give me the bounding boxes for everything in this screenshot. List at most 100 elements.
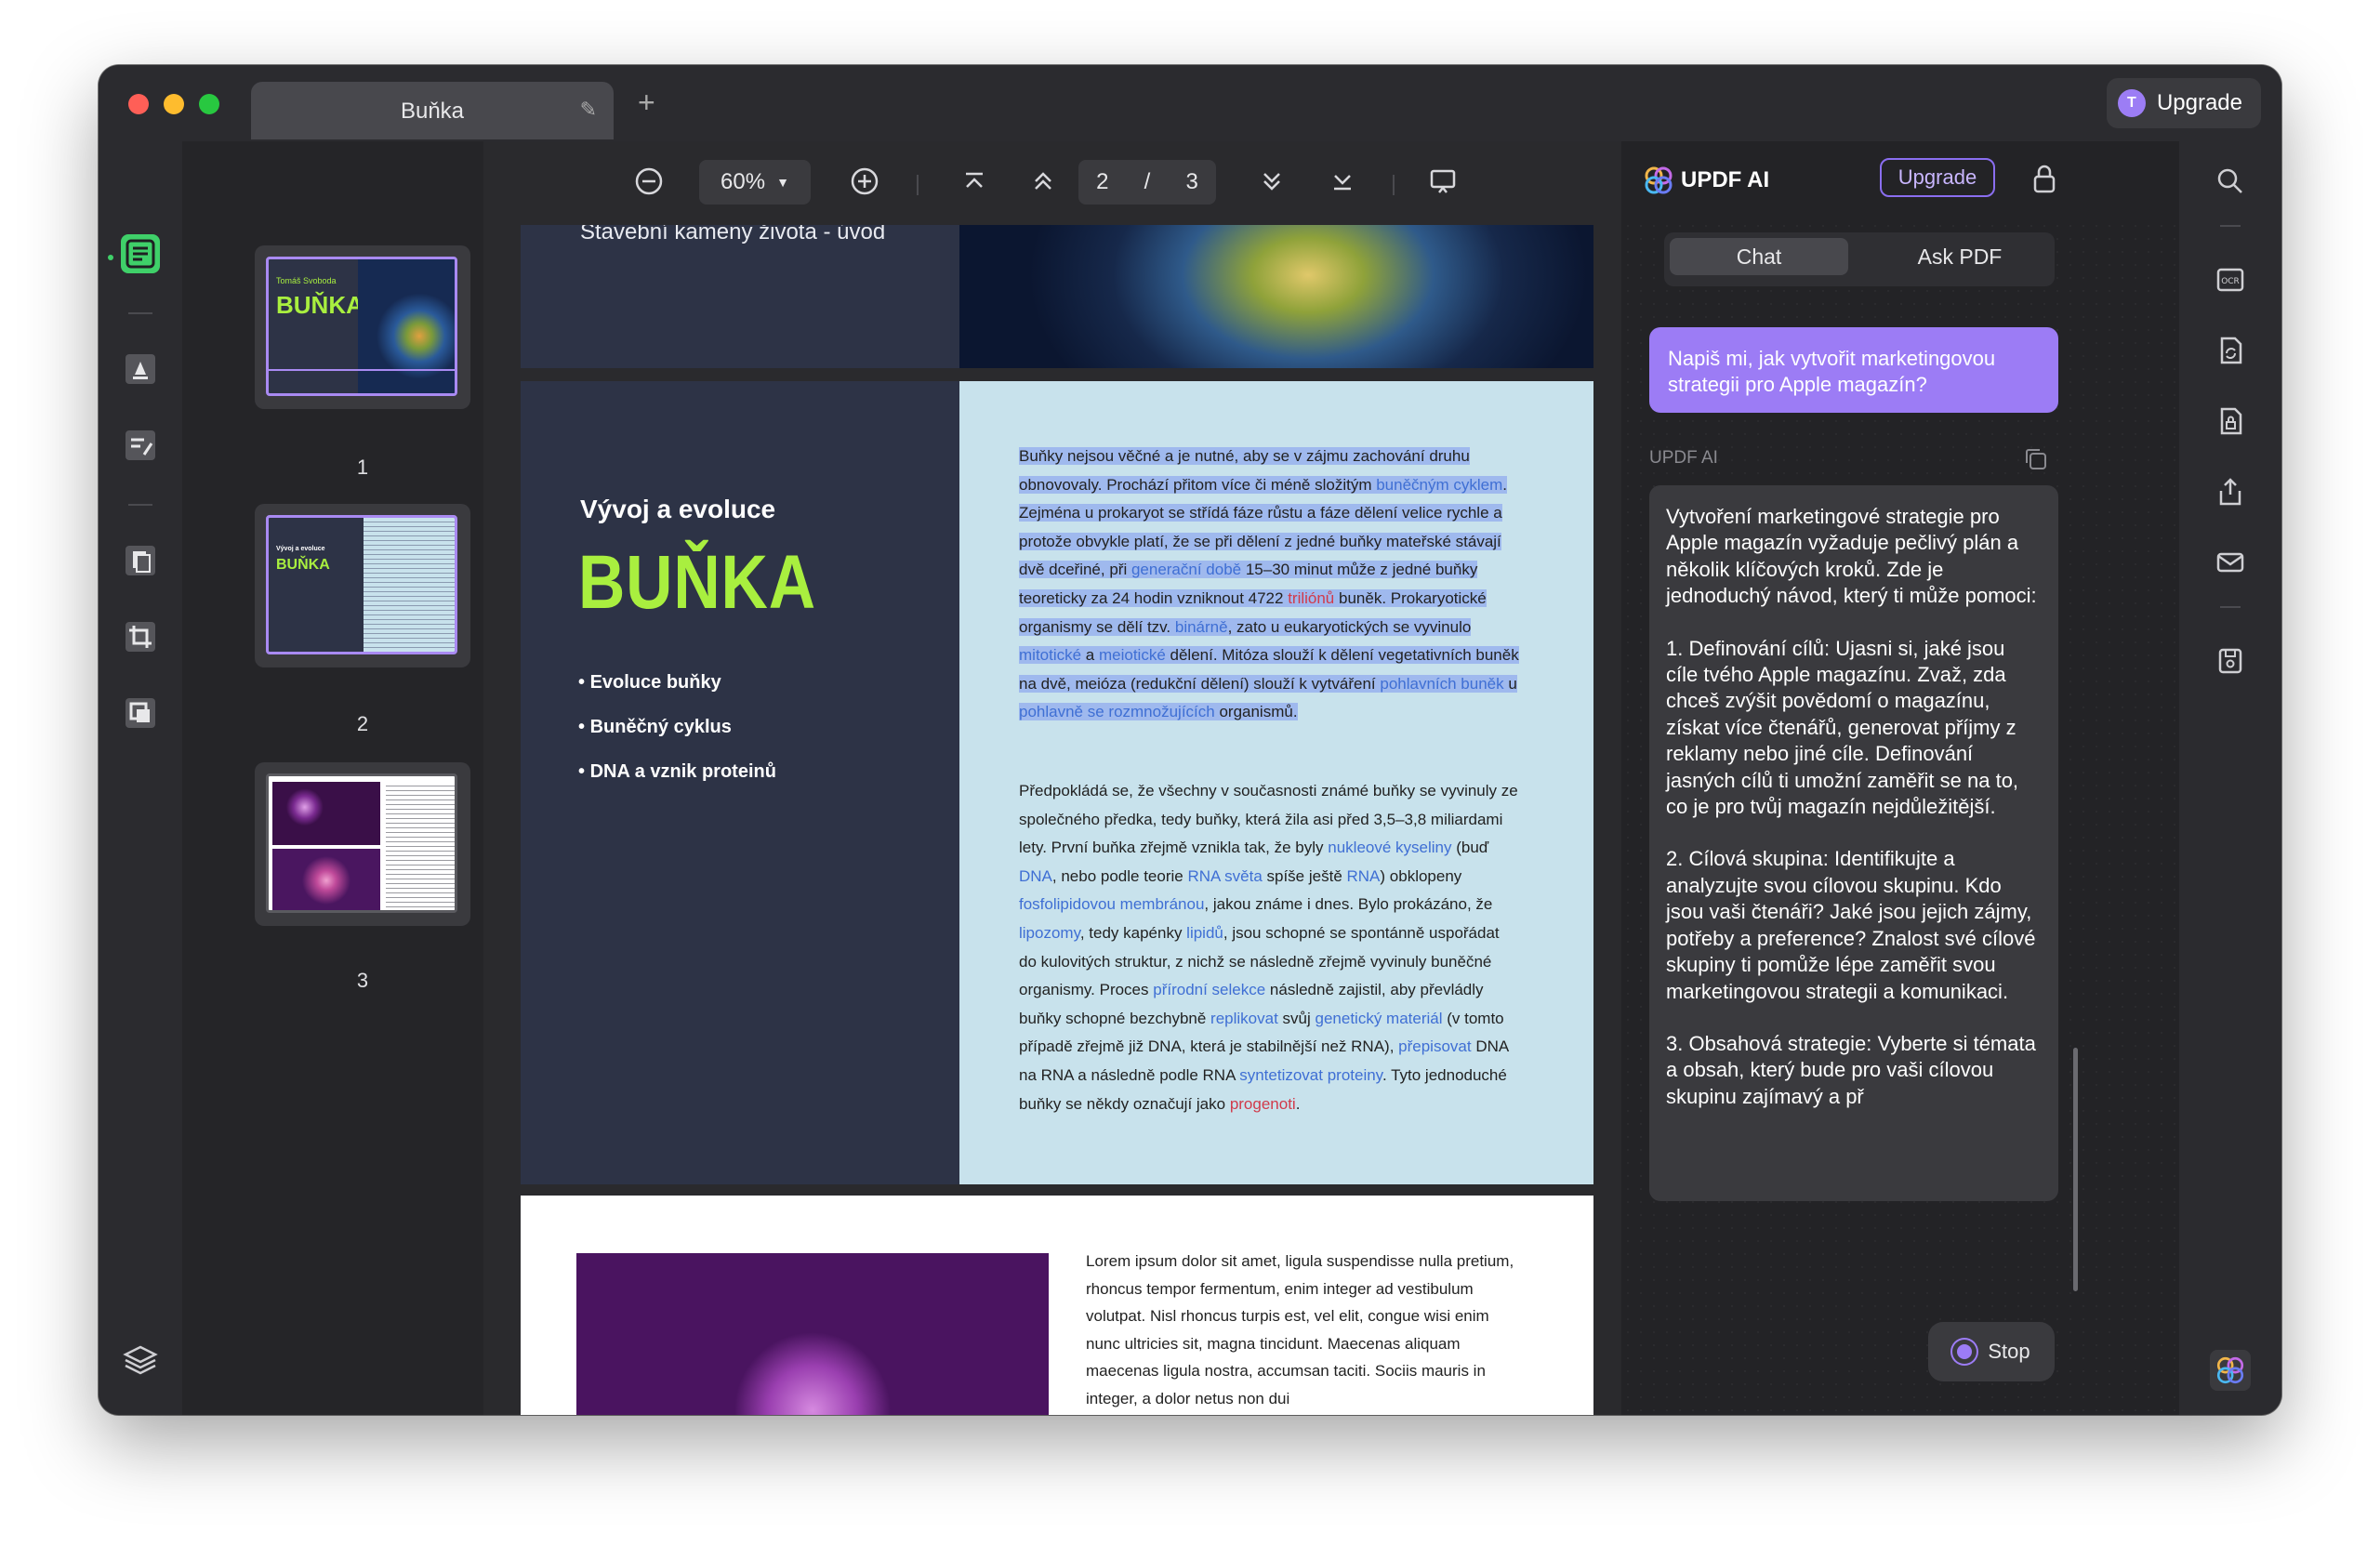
divider bbox=[917, 175, 919, 195]
text-span: ) obklopeny bbox=[1380, 866, 1462, 885]
crop-icon[interactable] bbox=[121, 617, 160, 656]
user-message: Napiš mi, jak vytvořit marketingovou str… bbox=[1649, 327, 2058, 413]
upgrade-button[interactable]: T Upgrade bbox=[2106, 78, 2261, 128]
previous-page-icon[interactable] bbox=[1026, 165, 1060, 198]
tab-chat[interactable]: Chat bbox=[1670, 238, 1848, 275]
pdf-page-2: Vývoj a evoluce BUŇKA • Evoluce buňky • … bbox=[521, 381, 1593, 1184]
zoom-out-icon[interactable] bbox=[632, 165, 666, 198]
thumbnail-page-1[interactable]: Tomáš Svoboda BUŇKA bbox=[255, 245, 470, 409]
document-tab-title: Buňka bbox=[400, 99, 465, 124]
link-text[interactable]: RNA světa bbox=[1187, 867, 1262, 885]
link-text[interactable]: lipidů bbox=[1186, 924, 1223, 942]
link-text[interactable]: binárně bbox=[1174, 617, 1228, 636]
protect-pdf-icon[interactable] bbox=[2213, 403, 2248, 439]
cell-image bbox=[959, 225, 1593, 368]
page-tools-icon[interactable] bbox=[121, 694, 160, 733]
section-heading: Vývoj a evoluce bbox=[580, 495, 776, 523]
search-icon[interactable] bbox=[2213, 164, 2248, 199]
stop-label: Stop bbox=[1988, 1340, 2030, 1363]
updf-ai-icon[interactable] bbox=[2210, 1350, 2251, 1391]
thumbnail-page-2[interactable]: Vývoj a evoluce BUŇKA bbox=[255, 504, 470, 667]
zoom-in-icon[interactable] bbox=[848, 165, 881, 198]
new-tab-button[interactable]: + bbox=[638, 86, 655, 120]
link-text[interactable]: přepisovat bbox=[1398, 1037, 1471, 1055]
link-text[interactable]: lipozomy bbox=[1019, 924, 1080, 942]
first-page-icon[interactable] bbox=[958, 165, 991, 198]
bookmark-icon[interactable] bbox=[121, 1411, 160, 1415]
link-text[interactable]: genetický materiál bbox=[1316, 1010, 1443, 1027]
ai-upgrade-button[interactable]: Upgrade bbox=[1880, 158, 1995, 197]
last-page-icon[interactable] bbox=[1326, 165, 1359, 198]
app-window: Buňka ✎ + T Upgrade Tomáš Svoboda BUŇKA … bbox=[99, 65, 2281, 1415]
email-icon[interactable] bbox=[2213, 545, 2248, 580]
share-icon[interactable] bbox=[2213, 474, 2248, 509]
text-span: , zato u eukaryotických se vyvinulo bbox=[1227, 617, 1472, 636]
pencil-icon[interactable]: ✎ bbox=[580, 98, 597, 122]
thumbnail-page-3[interactable] bbox=[255, 762, 470, 926]
text-span: , jakou známe i dnes. Bylo prokázáno, že bbox=[1204, 895, 1493, 914]
link-text[interactable]: fosfolipidovou membránou bbox=[1019, 895, 1204, 913]
next-page-icon[interactable] bbox=[1255, 165, 1289, 198]
avatar: T bbox=[2117, 89, 2146, 117]
pdf-page-3: Lorem ipsum dolor sit amet, ligula suspe… bbox=[521, 1196, 1593, 1415]
text-span: organismů. bbox=[1214, 703, 1298, 721]
slideshow-icon[interactable] bbox=[1426, 165, 1460, 198]
thumbnail-number: 2 bbox=[356, 712, 369, 735]
svg-text:OCR: OCR bbox=[2221, 277, 2240, 286]
divider bbox=[1393, 175, 1395, 195]
tab-ask-pdf[interactable]: Ask PDF bbox=[1871, 238, 2049, 275]
response-paragraph: 1. Definování cílů: Ujasni si, jaké jsou… bbox=[1666, 636, 2019, 819]
ai-response-label: UPDF AI bbox=[1649, 448, 1718, 468]
document-tab[interactable]: Buňka ✎ bbox=[251, 82, 614, 139]
ai-title: UPDF AI bbox=[1681, 167, 1770, 192]
link-text[interactable]: buněčným cyklem bbox=[1376, 475, 1503, 494]
convert-pdf-icon[interactable] bbox=[2213, 333, 2248, 368]
comment-highlighter-icon[interactable] bbox=[121, 350, 160, 389]
response-paragraph: 3. Obsahová strategie: Vyberte si témata… bbox=[1666, 1031, 2036, 1108]
lock-icon[interactable] bbox=[2030, 164, 2058, 200]
zoom-select[interactable]: 60% ▼ bbox=[699, 160, 811, 205]
active-indicator bbox=[108, 255, 113, 260]
link-text[interactable]: generační době bbox=[1130, 561, 1242, 579]
ocr-icon[interactable]: OCR bbox=[2213, 262, 2248, 297]
layers-icon[interactable] bbox=[121, 1341, 160, 1380]
pdf-page-1: Stavební kameny života - úvod bbox=[521, 225, 1593, 368]
organize-pages-icon[interactable] bbox=[121, 541, 160, 580]
link-text[interactable]: progenoti bbox=[1230, 1095, 1296, 1113]
stop-button[interactable]: Stop bbox=[1928, 1322, 2055, 1381]
link-text[interactable]: syntetizovat proteiny bbox=[1239, 1066, 1382, 1084]
link-text[interactable]: přírodní selekce bbox=[1153, 981, 1265, 998]
link-text[interactable]: meiotické bbox=[1098, 646, 1166, 665]
right-toolbar: OCR bbox=[2179, 141, 2281, 1415]
link-text[interactable]: RNA bbox=[1347, 867, 1381, 885]
page-subtitle: Stavební kameny života - úvod bbox=[580, 225, 886, 244]
copy-icon[interactable] bbox=[2023, 446, 2049, 477]
selected-paragraph[interactable]: Buňky nejsou věčné a je nutné, aby se v … bbox=[1019, 443, 1521, 727]
thumb-subtitle: Vývoj a evoluce bbox=[276, 546, 325, 552]
close-window-button[interactable] bbox=[128, 94, 149, 114]
list-item: • Buněčný cyklus bbox=[578, 717, 732, 737]
link-text[interactable]: pohlavně se rozmnožujících bbox=[1019, 703, 1215, 721]
stop-icon bbox=[1952, 1340, 1977, 1364]
edit-pdf-icon[interactable] bbox=[121, 426, 160, 465]
body-paragraph[interactable]: Předpokládá se, že všechny v současnosti… bbox=[1019, 777, 1521, 1118]
cell-image bbox=[576, 1253, 1049, 1415]
link-text[interactable]: triliónů bbox=[1288, 588, 1335, 607]
link-text[interactable]: mitotické bbox=[1019, 646, 1082, 665]
link-text[interactable]: nukleové kyseliny bbox=[1328, 839, 1451, 856]
text-span: , tedy kapénky bbox=[1079, 923, 1187, 942]
link-text[interactable]: replikovat bbox=[1210, 1010, 1278, 1027]
body-paragraph[interactable]: Lorem ipsum dolor sit amet, ligula suspe… bbox=[1086, 1248, 1523, 1413]
minimize-window-button[interactable] bbox=[164, 94, 184, 114]
zoom-value: 60% bbox=[721, 169, 766, 194]
link-text[interactable]: pohlavních buněk bbox=[1380, 674, 1504, 693]
fullscreen-window-button[interactable] bbox=[199, 94, 219, 114]
text-span: . bbox=[1295, 1094, 1301, 1113]
scrollbar[interactable] bbox=[2073, 1048, 2078, 1291]
reader-mode-icon[interactable] bbox=[121, 234, 160, 273]
link-text[interactable]: DNA bbox=[1019, 867, 1052, 885]
ai-response-message: Vytvoření marketingové strategie pro App… bbox=[1649, 485, 2058, 1201]
ai-tab-bar: Chat Ask PDF bbox=[1664, 232, 2055, 286]
page-number-field[interactable]: 2 / 3 bbox=[1078, 160, 1216, 205]
save-icon[interactable] bbox=[2213, 643, 2248, 679]
